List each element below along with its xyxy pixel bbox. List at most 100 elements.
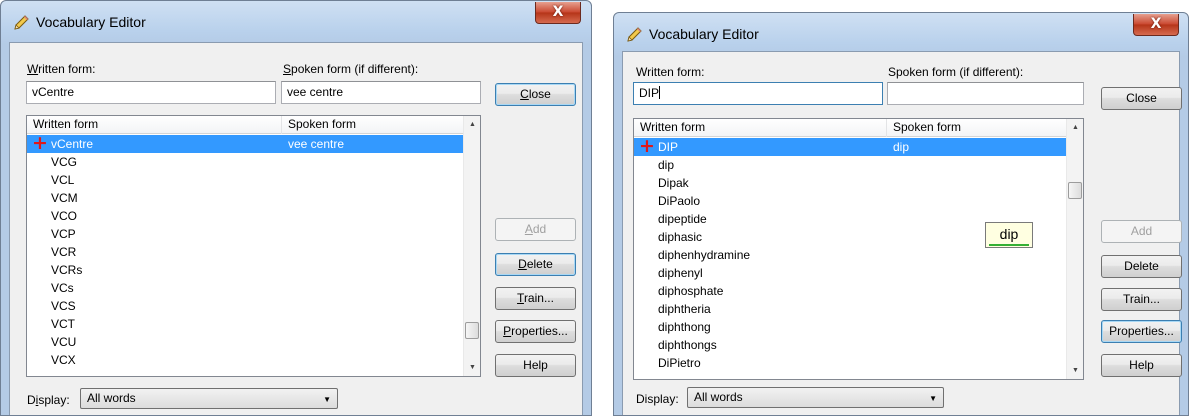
written-form-cell: DiPaolo [658, 194, 701, 208]
list-item[interactable]: DiPietro [634, 354, 1067, 372]
help-button[interactable]: Help [495, 354, 576, 377]
column-header-written[interactable]: Written form [27, 116, 282, 134]
list-item[interactable]: VCO [27, 207, 464, 225]
list-item[interactable]: + DIP dip [634, 135, 1067, 157]
list-item[interactable]: VCP [27, 225, 464, 243]
word-list[interactable]: Written form Spoken form + vCentre vee cen… [26, 115, 481, 377]
scrollbar-thumb[interactable] [1068, 182, 1082, 199]
list-scrollbar[interactable]: ▲ ▼ [463, 116, 480, 376]
written-form-cell: VCP [51, 227, 76, 241]
written-form-label: Written form: [636, 65, 705, 79]
display-select[interactable]: All words ▼ [687, 387, 944, 408]
list-item[interactable]: VCRs [27, 261, 464, 279]
spoken-form-cell: vee centre [288, 137, 345, 151]
list-item[interactable]: VCS [27, 297, 464, 315]
up-arrow-icon[interactable]: ▲ [1067, 119, 1083, 136]
written-form-cell: VCG [51, 155, 78, 169]
recognition-tooltip: dip [985, 222, 1033, 248]
list-item[interactable]: VCT [27, 315, 464, 333]
list-item[interactable]: + vCentre vee centre [27, 132, 464, 154]
list-item[interactable]: VCR [27, 243, 464, 261]
written-form-cell: diphthongs [658, 338, 717, 352]
delete-button[interactable]: Delete [1101, 255, 1182, 278]
list-item[interactable]: diphtheria [634, 300, 1067, 318]
list-item[interactable]: VCU [27, 333, 464, 351]
list-item[interactable]: VCM [27, 189, 464, 207]
vocabulary-editor-window-left: Vocabulary Editor X Written form: Spoken… [0, 0, 592, 416]
spoken-form-cell: dip [893, 140, 910, 154]
written-form-cell: DIP [658, 140, 679, 154]
spoken-form-label: Spoken form (if different): [283, 62, 419, 76]
written-form-input[interactable]: vCentre [26, 81, 276, 104]
list-item[interactable]: dip [634, 156, 1067, 174]
title-bar[interactable]: Vocabulary Editor X [614, 13, 1188, 53]
written-form-label: Written form: [27, 62, 96, 76]
spoken-form-input[interactable] [887, 82, 1084, 105]
properties-button[interactable]: Properties... [1101, 320, 1182, 343]
window-close-button[interactable]: X [535, 2, 581, 24]
display-select-value: All words [694, 390, 743, 404]
written-form-cell: diphthong [658, 320, 711, 334]
close-button[interactable]: Close [495, 83, 576, 106]
display-select-value: All words [87, 391, 136, 405]
list-item[interactable]: Dipak [634, 174, 1067, 192]
list-item[interactable]: diphthongs [634, 336, 1067, 354]
add-button[interactable]: Add [495, 218, 576, 241]
list-item[interactable]: VCL [27, 171, 464, 189]
column-header-written[interactable]: Written form [634, 119, 887, 137]
list-item[interactable]: diphthong [634, 318, 1067, 336]
list-item[interactable]: VCG [27, 153, 464, 171]
properties-button[interactable]: Properties... [495, 320, 576, 343]
train-button[interactable]: Train... [1101, 288, 1182, 311]
written-form-cell: vCentre [51, 137, 94, 151]
window-title: Vocabulary Editor [649, 26, 759, 42]
vocabulary-editor-window-right: Vocabulary Editor X Written form: Spoken… [613, 12, 1189, 416]
close-button[interactable]: Close [1101, 87, 1182, 110]
written-form-cell: VCX [51, 353, 76, 367]
list-item[interactable]: VCX [27, 351, 464, 369]
tooltip-level-bar [989, 244, 1029, 246]
written-form-cell: VCM [51, 191, 78, 205]
window-close-button[interactable]: X [1133, 14, 1179, 36]
help-button[interactable]: Help [1101, 354, 1182, 377]
display-select[interactable]: All words ▼ [80, 388, 338, 409]
display-label: Display: [27, 393, 70, 407]
list-item[interactable]: VCs [27, 279, 464, 297]
list-header: Written form Spoken form [27, 116, 464, 134]
written-form-cell: VCU [51, 335, 77, 349]
plus-icon: + [32, 132, 48, 154]
list-item[interactable]: diphenhydramine [634, 246, 1067, 264]
list-scrollbar[interactable]: ▲ ▼ [1066, 119, 1083, 379]
plus-icon: + [639, 135, 655, 157]
list-item[interactable]: diphenyl [634, 264, 1067, 282]
pencil-icon [627, 27, 642, 42]
written-form-cell: diphenhydramine [658, 248, 751, 262]
dialog-client-area: Written form: Spoken form (if different)… [622, 51, 1182, 415]
window-title: Vocabulary Editor [36, 14, 146, 30]
written-form-cell: VCL [51, 173, 75, 187]
written-form-cell: diphtheria [658, 302, 711, 316]
scrollbar-thumb[interactable] [465, 322, 479, 339]
column-header-spoken[interactable]: Spoken form [887, 119, 1067, 137]
chevron-down-icon: ▼ [323, 395, 331, 404]
pencil-icon [14, 15, 29, 30]
list-header: Written form Spoken form [634, 119, 1067, 137]
down-arrow-icon[interactable]: ▼ [464, 359, 480, 376]
list-item[interactable]: DiPaolo [634, 192, 1067, 210]
up-arrow-icon[interactable]: ▲ [464, 116, 480, 133]
written-form-cell: diphasic [658, 230, 703, 244]
list-item[interactable]: diphosphate [634, 282, 1067, 300]
title-bar[interactable]: Vocabulary Editor X [1, 1, 591, 41]
written-form-cell: dip [658, 158, 675, 172]
delete-button[interactable]: Delete [495, 253, 576, 276]
display-label: Display: [636, 392, 679, 406]
list-rows: + vCentre vee centre VCG VCL VCM VCO VCP VCR VCRs… [27, 132, 464, 369]
spoken-form-input[interactable]: vee centre [281, 81, 481, 104]
down-arrow-icon[interactable]: ▼ [1067, 362, 1083, 379]
train-button[interactable]: Train... [495, 287, 576, 310]
word-list[interactable]: Written form Spoken form + DIP dip dip Dipak… [633, 118, 1084, 380]
add-button[interactable]: Add [1101, 220, 1182, 243]
written-form-input[interactable]: DIP [633, 82, 883, 105]
written-form-cell: dipeptide [658, 212, 707, 226]
column-header-spoken[interactable]: Spoken form [282, 116, 464, 134]
